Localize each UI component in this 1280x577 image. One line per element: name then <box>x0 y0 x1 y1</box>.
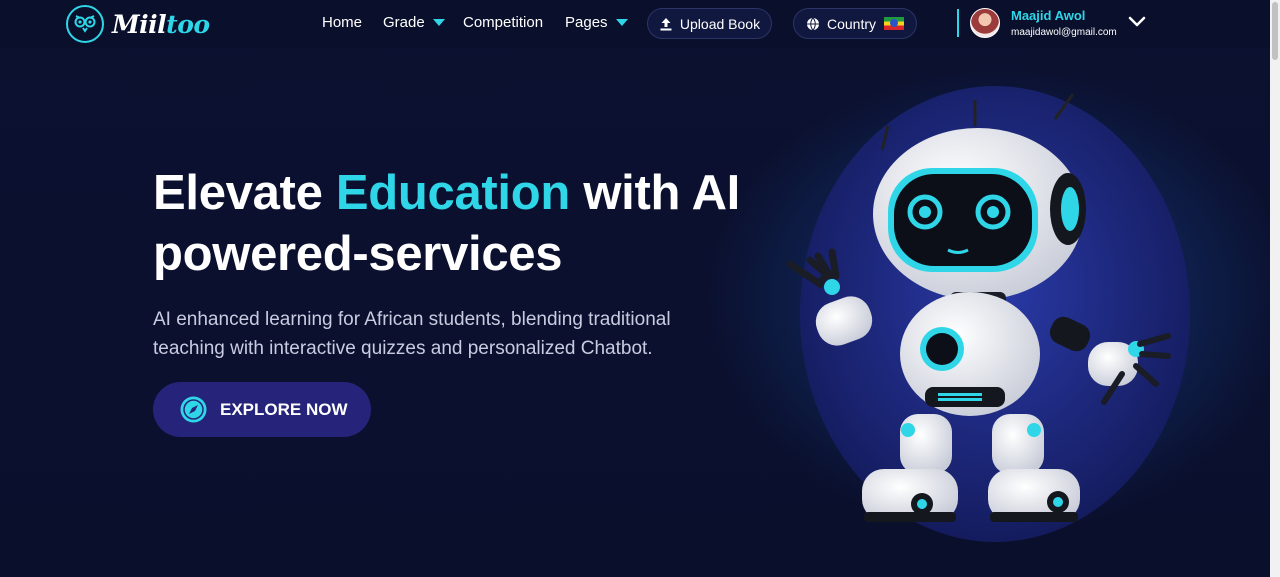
scrollbar-thumb[interactable] <box>1272 2 1278 60</box>
avatar[interactable] <box>970 8 1000 38</box>
hero-subtitle: AI enhanced learning for African student… <box>153 309 671 359</box>
explore-now-label: EXPLORE NOW <box>220 400 348 419</box>
explore-now-button[interactable]: EXPLORE NOW <box>153 382 371 437</box>
nav-divider <box>957 9 959 37</box>
user-name: Maajid Awol <box>1011 8 1086 23</box>
brand-logo[interactable]: Miiltoo <box>66 5 210 43</box>
hero-title: Elevate Education with AI powered-servic… <box>153 166 740 281</box>
nav-pages-dropdown[interactable]: Pages <box>565 14 628 31</box>
user-email: maajidawol@gmail.com <box>1011 27 1117 38</box>
nav-grade-dropdown[interactable]: Grade <box>383 14 445 31</box>
caret-down-icon <box>432 19 445 26</box>
nav-competition[interactable]: Competition <box>463 14 543 31</box>
page-scrollbar[interactable] <box>1270 0 1280 577</box>
upload-book-button[interactable]: Upload Book <box>647 8 772 39</box>
upload-icon <box>659 17 673 31</box>
nav-home[interactable]: Home <box>322 14 362 31</box>
globe-icon <box>806 17 820 31</box>
brand-name: Miiltoo <box>112 9 210 39</box>
top-navbar: Miiltoo Home Grade Competition Pages Upl… <box>0 0 1270 48</box>
compass-icon <box>180 396 207 428</box>
ethiopia-flag-icon <box>884 17 905 30</box>
owl-icon <box>66 5 104 43</box>
country-selector[interactable]: Country <box>793 8 917 39</box>
caret-down-icon <box>615 19 628 26</box>
chevron-down-icon[interactable] <box>1128 15 1146 33</box>
upload-book-label: Upload Book <box>679 15 761 32</box>
hero-title-highlight: Education <box>335 166 570 220</box>
country-label: Country <box>826 15 877 32</box>
landing-page: Miiltoo Home Grade Competition Pages Upl… <box>0 0 1280 577</box>
robot-illustration <box>786 86 1190 542</box>
